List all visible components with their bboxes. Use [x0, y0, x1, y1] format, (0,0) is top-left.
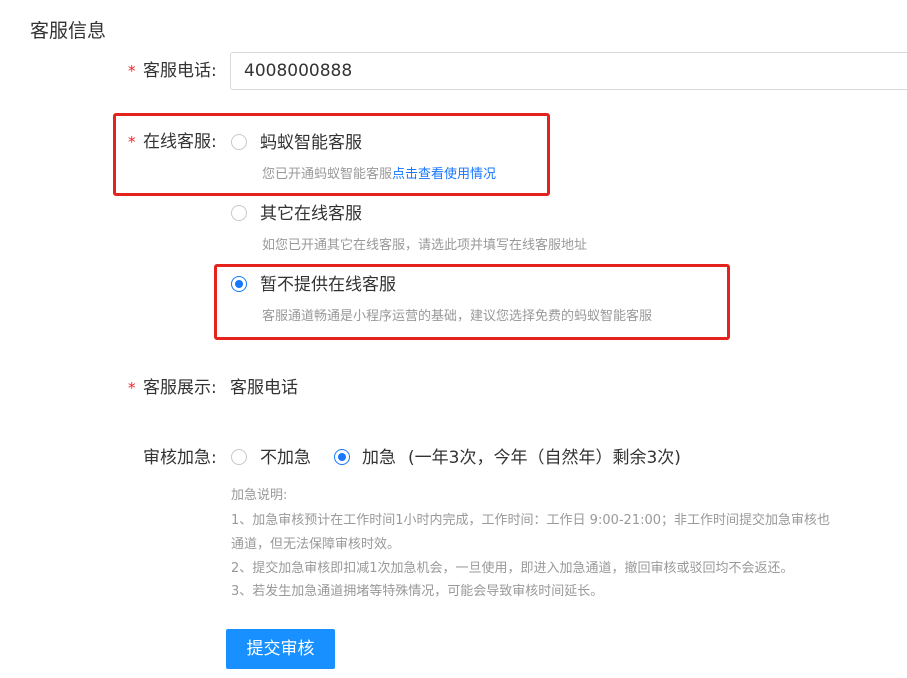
option-other-online-service-hint: 如您已开通其它在线客服，请选此项并填写在线客服地址	[262, 238, 588, 253]
submit-review-button[interactable]: 提交审核	[226, 629, 335, 669]
required-mark: *	[128, 379, 136, 397]
urgent-note-title: 加急说明:	[231, 488, 288, 503]
highlight-box	[214, 264, 730, 340]
not-urgent-label: 不加急	[260, 448, 311, 468]
required-mark: *	[128, 62, 136, 80]
urgent-note-line: 2、提交加急审核即扣减1次加急机会，一旦使用，即进入加急通道，撤回审核或驳回均不…	[231, 561, 794, 576]
display-label: 客服展示:	[143, 378, 217, 398]
phone-input[interactable]: 4008000888	[230, 52, 907, 90]
section-title: 客服信息	[30, 20, 107, 42]
option-other-online-service-label: 其它在线客服	[260, 204, 362, 224]
display-value: 客服电话	[230, 378, 298, 398]
highlight-box	[113, 113, 550, 196]
radio-other-online-service[interactable]	[231, 205, 247, 221]
phone-label: 客服电话:	[143, 61, 217, 81]
radio-not-urgent[interactable]	[231, 449, 247, 465]
urgent-quota-text: (一年3次，今年（自然年）剩余3次)	[408, 448, 681, 468]
urgent-option-label: 加急	[362, 448, 396, 468]
urgent-label: 审核加急:	[143, 448, 217, 468]
urgent-note-line: 3、若发生加急通道拥堵等特殊情况，可能会导致审核时间延长。	[231, 584, 604, 599]
urgent-note-line: 1、加急审核预计在工作时间1小时内完成，工作时间：工作日 9:00-21:00；…	[231, 513, 831, 528]
urgent-note-line: 通道，但无法保障审核时效。	[231, 537, 401, 552]
radio-urgent[interactable]	[334, 449, 350, 465]
